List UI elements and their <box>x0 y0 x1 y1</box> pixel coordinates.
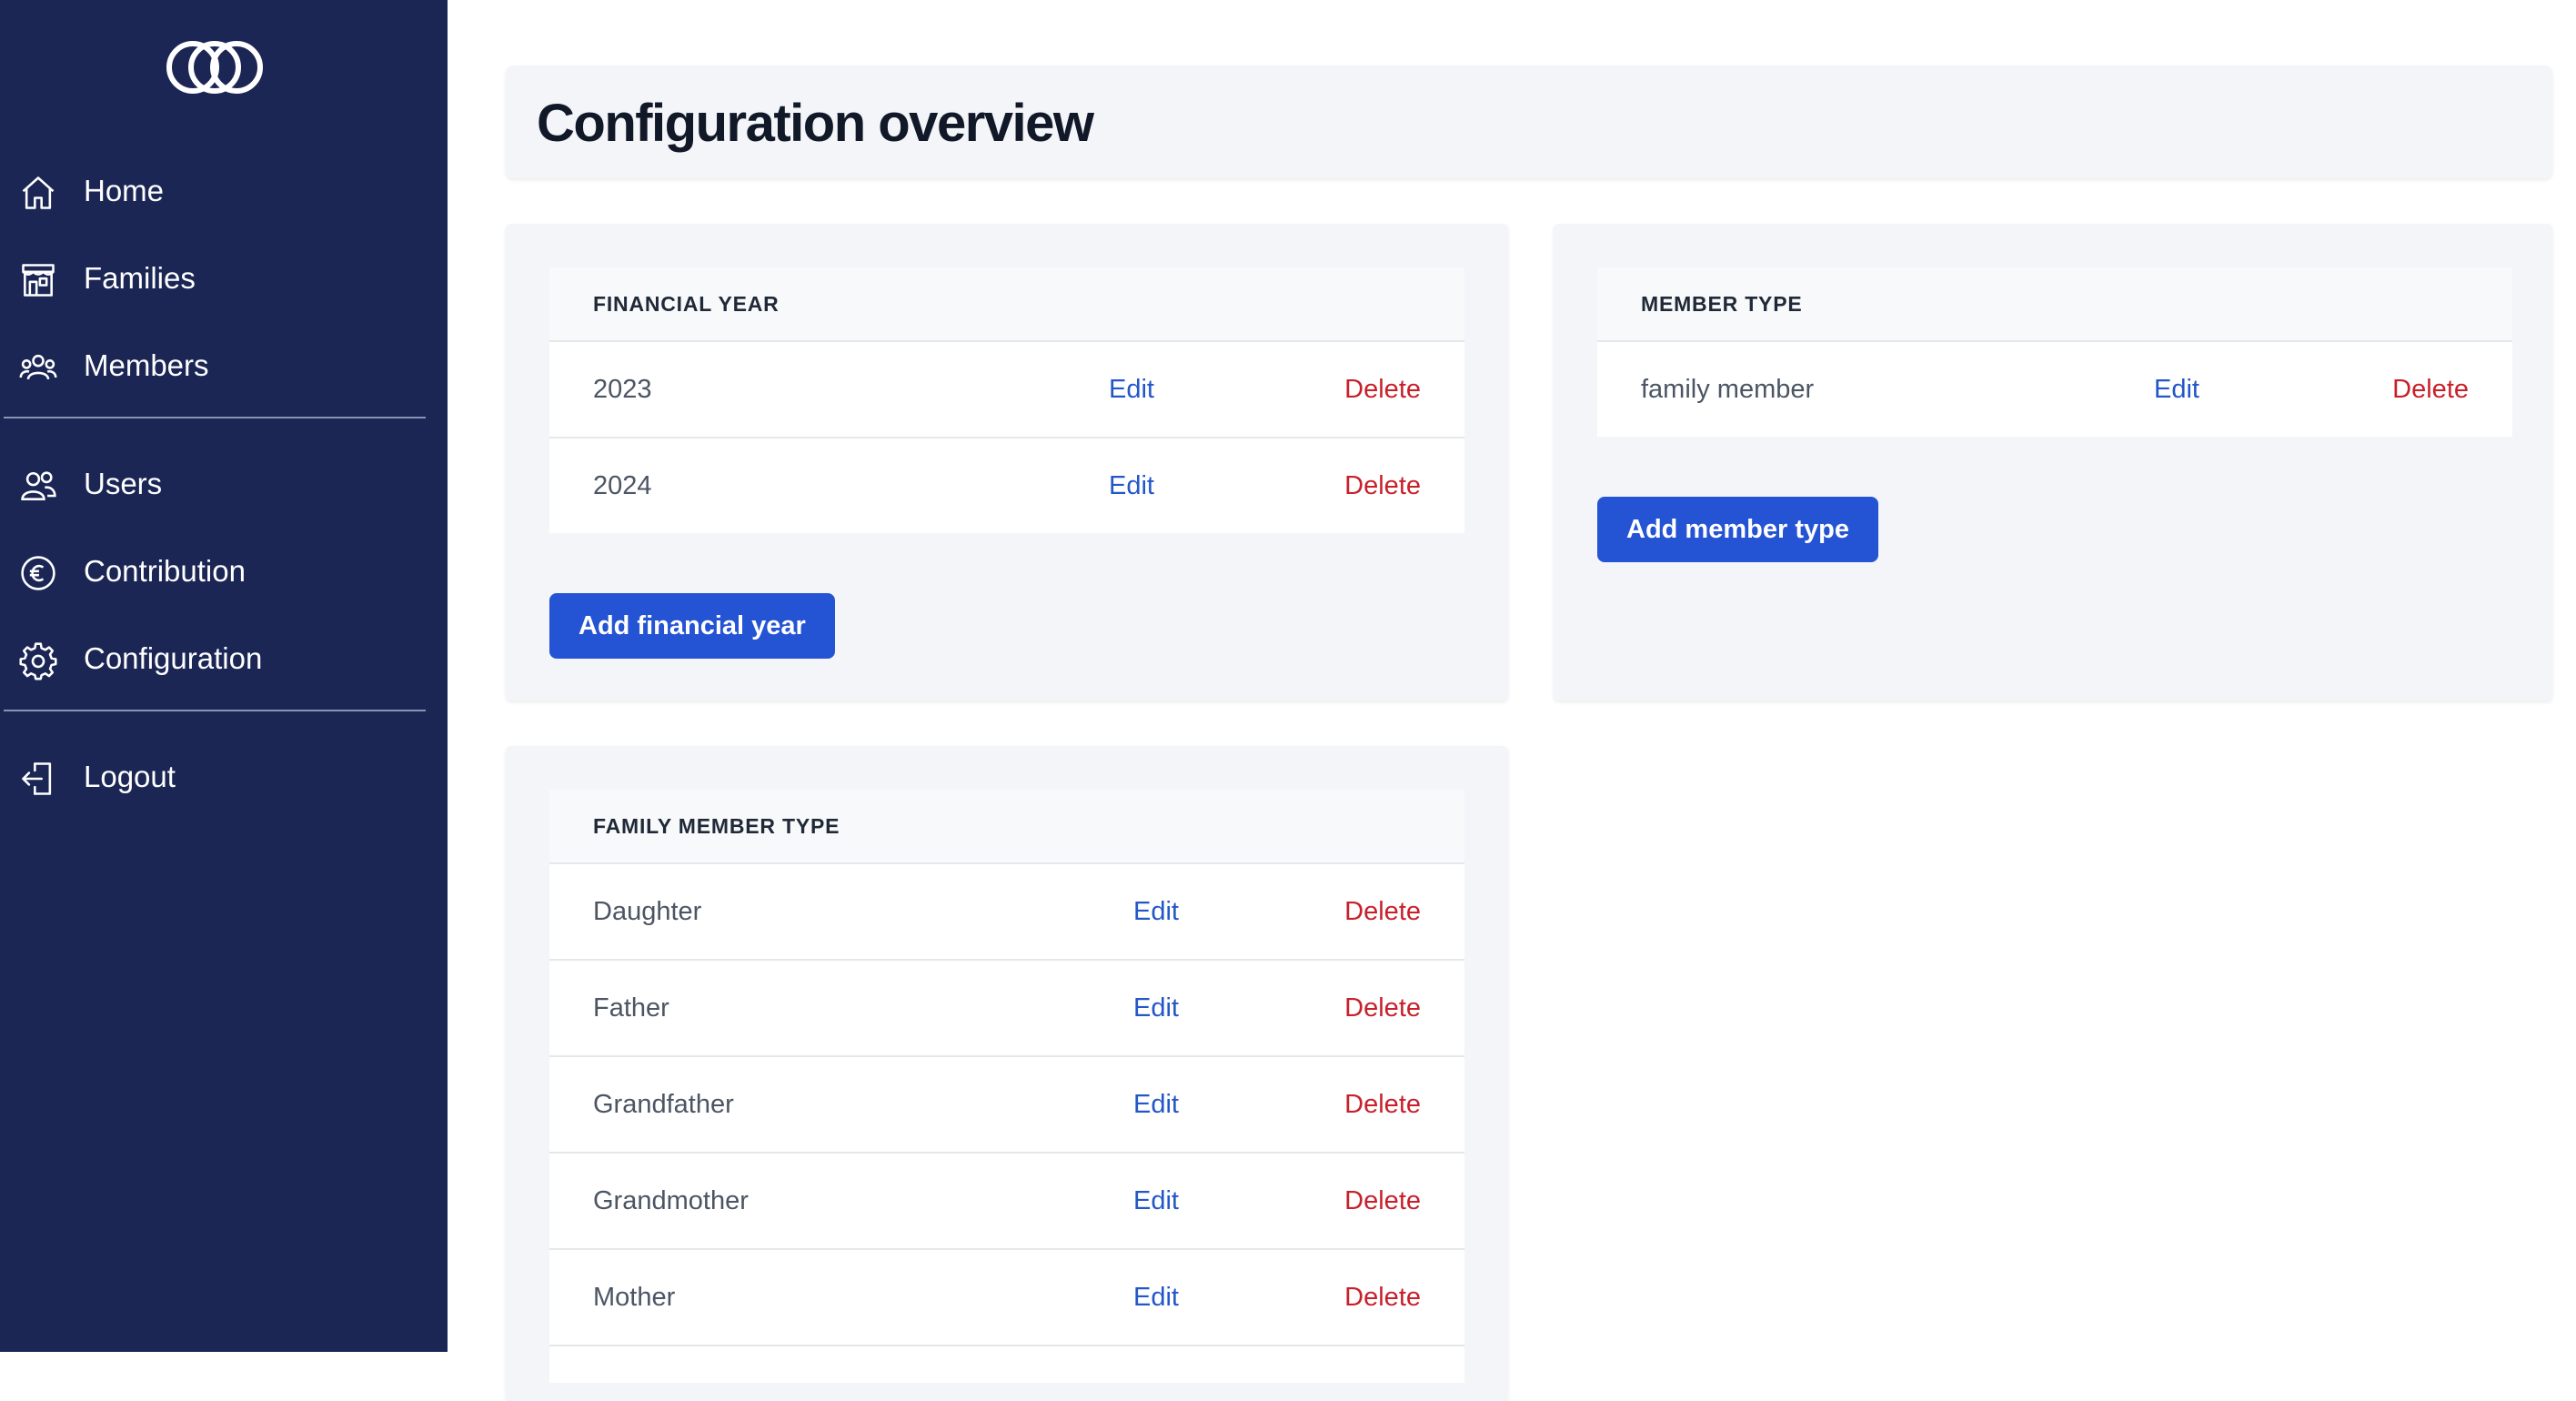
add-member-type-button[interactable]: Add member type <box>1597 497 1878 562</box>
sidebar-item-logout[interactable]: Logout <box>0 741 428 813</box>
member-type-card: MEMBER TYPE family member Edit Delete Ad… <box>1554 224 2552 700</box>
table-row: Father Edit Delete <box>549 959 1464 1055</box>
row-name: Father <box>593 993 669 1023</box>
table-row: Daughter Edit Delete <box>549 862 1464 959</box>
edit-link[interactable]: Edit <box>1109 342 1154 437</box>
edit-link[interactable]: Edit <box>2154 342 2199 437</box>
sidebar-divider <box>4 417 426 418</box>
row-name: 2023 <box>593 375 652 404</box>
table-row: family member Edit Delete <box>1597 340 2512 437</box>
sidebar-divider <box>4 710 426 711</box>
euro-icon <box>21 556 55 590</box>
edit-link[interactable]: Edit <box>1133 1154 1179 1248</box>
column-header: FINANCIAL YEAR <box>593 292 780 316</box>
row-name: 2024 <box>593 471 652 500</box>
logout-icon <box>22 762 52 795</box>
edit-link[interactable]: Edit <box>1133 961 1179 1055</box>
table-row: 2024 Edit Delete <box>549 437 1464 533</box>
page-header: Configuration overview <box>506 66 2552 178</box>
delete-link[interactable]: Delete <box>1344 1154 1421 1248</box>
sidebar-item-label: Contribution <box>84 554 246 588</box>
delete-link[interactable]: Delete <box>1344 342 1421 437</box>
delete-link[interactable]: Delete <box>1344 438 1421 533</box>
table-row: Mother Edit Delete <box>549 1248 1464 1345</box>
sidebar-item-label: Configuration <box>84 641 263 675</box>
sidebar-item-label: Users <box>84 467 163 500</box>
sidebar-item-label: Families <box>84 261 196 295</box>
sidebar-item-home[interactable]: Home <box>0 155 428 227</box>
edit-link[interactable]: Edit <box>1133 1057 1179 1152</box>
table-row: Grandmother Edit Delete <box>549 1152 1464 1248</box>
row-name: Grandmother <box>593 1186 749 1215</box>
delete-link[interactable]: Delete <box>1344 1250 1421 1345</box>
family-member-type-card: FAMILY MEMBER TYPE Daughter Edit Delete … <box>506 746 1508 1401</box>
edit-link[interactable]: Edit <box>1109 438 1154 533</box>
table-header: FINANCIAL YEAR <box>549 267 1464 340</box>
row-name: Grandfather <box>593 1090 734 1119</box>
interlocking-rings-logo[interactable] <box>162 33 267 102</box>
delete-link[interactable]: Delete <box>2392 342 2469 437</box>
delete-link[interactable]: Delete <box>1344 1057 1421 1152</box>
financial-year-card: FINANCIAL YEAR 2023 Edit Delete 2024 Edi… <box>506 224 1508 700</box>
sidebar-item-configuration[interactable]: Configuration <box>0 622 428 695</box>
row-name: Daughter <box>593 897 702 926</box>
row-name: family member <box>1641 375 1815 404</box>
family-member-type-table: FAMILY MEMBER TYPE Daughter Edit Delete … <box>549 790 1464 1383</box>
sidebar-item-label: Home <box>84 174 165 207</box>
financial-year-table: FINANCIAL YEAR 2023 Edit Delete 2024 Edi… <box>549 267 1464 533</box>
members-icon <box>19 354 57 380</box>
users-icon <box>21 471 56 500</box>
table-header: FAMILY MEMBER TYPE <box>549 790 1464 862</box>
sidebar-item-users[interactable]: Users <box>0 448 428 520</box>
edit-link[interactable]: Edit <box>1133 1250 1179 1345</box>
table-row <box>549 1345 1464 1383</box>
sidebar: Home Families Members Users Contribution… <box>0 0 448 1352</box>
column-header: FAMILY MEMBER TYPE <box>593 814 840 838</box>
building-icon <box>22 264 55 297</box>
table-row: Grandfather Edit Delete <box>549 1055 1464 1152</box>
sidebar-item-label: Members <box>84 348 209 382</box>
row-name: Mother <box>593 1283 676 1312</box>
delete-link[interactable]: Delete <box>1344 961 1421 1055</box>
delete-link[interactable]: Delete <box>1344 864 1421 959</box>
gear-icon <box>19 642 57 680</box>
column-header: MEMBER TYPE <box>1641 292 1803 316</box>
sidebar-item-contribution[interactable]: Contribution <box>0 535 428 608</box>
page-title: Configuration overview <box>537 94 1094 153</box>
add-financial-year-button[interactable]: Add financial year <box>549 593 835 659</box>
home-icon <box>22 176 55 209</box>
sidebar-item-label: Logout <box>84 760 176 793</box>
sidebar-item-members[interactable]: Members <box>0 329 428 402</box>
edit-link[interactable]: Edit <box>1133 864 1179 959</box>
sidebar-item-families[interactable]: Families <box>0 242 428 315</box>
table-header: MEMBER TYPE <box>1597 267 2512 340</box>
member-type-table: MEMBER TYPE family member Edit Delete <box>1597 267 2512 437</box>
table-row: 2023 Edit Delete <box>549 340 1464 437</box>
